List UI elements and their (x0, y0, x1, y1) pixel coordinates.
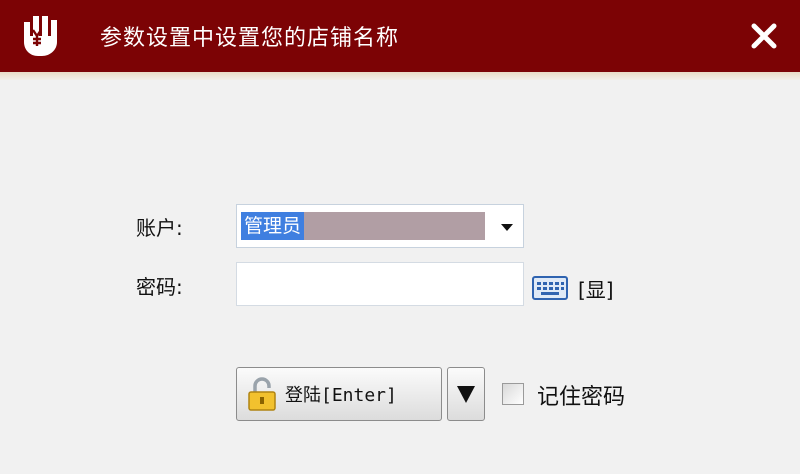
password-label: 密码: (136, 275, 183, 299)
remember-password-checkbox[interactable] (502, 383, 524, 405)
chevron-down-icon[interactable] (495, 217, 519, 237)
hand-yen-logo-icon (24, 16, 57, 56)
triangle-down-icon (457, 386, 475, 403)
login-window: 参数设置中设置您的店铺名称 账户: 管理员 密码: [显] 登陆[Enter] … (0, 0, 800, 474)
title-divider (0, 72, 800, 80)
title-bar[interactable]: 参数设置中设置您的店铺名称 (0, 0, 800, 72)
login-button[interactable]: 登陆[Enter] (236, 367, 442, 421)
password-field[interactable] (236, 262, 524, 306)
remember-password-label[interactable]: 记住密码 (537, 379, 625, 411)
unlock-icon (248, 377, 276, 411)
account-value-area[interactable]: 管理员 (241, 212, 485, 240)
account-value: 管理员 (241, 212, 305, 240)
keyboard-icon[interactable] (532, 276, 568, 300)
window-title: 参数设置中设置您的店铺名称 (100, 26, 400, 51)
login-options-button[interactable] (447, 367, 485, 421)
login-button-label: 登陆[Enter] (285, 385, 397, 406)
account-combobox[interactable]: 管理员 (236, 204, 524, 248)
account-label: 账户: (136, 216, 183, 240)
close-icon[interactable] (746, 18, 782, 54)
show-password-toggle[interactable]: [显] (578, 274, 614, 303)
